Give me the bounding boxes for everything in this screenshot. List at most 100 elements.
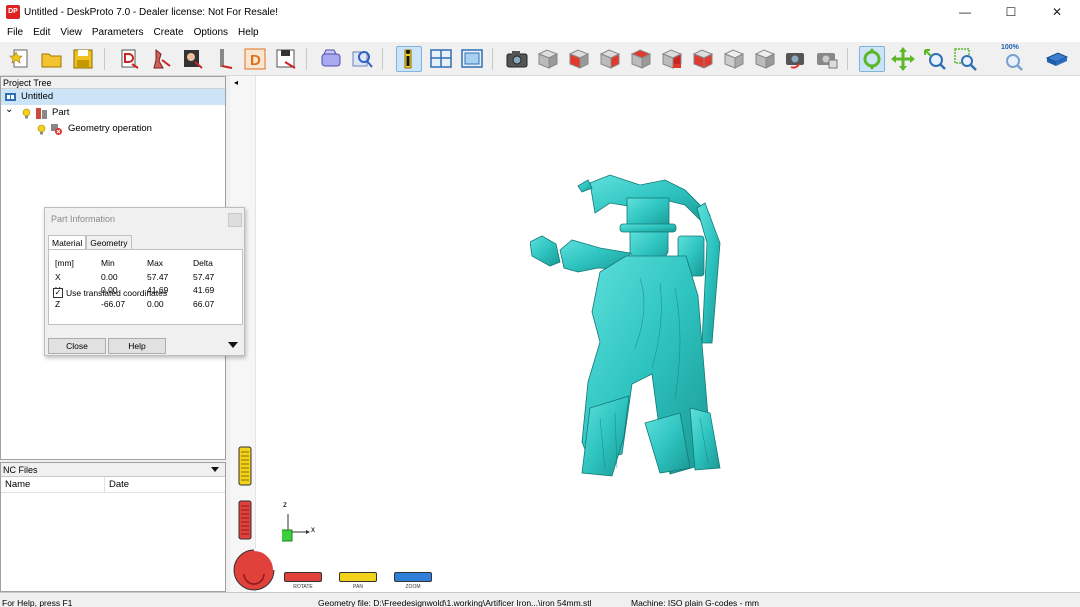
tree-item-project[interactable]: Untitled bbox=[1, 89, 225, 105]
menu-parameters[interactable]: Parameters bbox=[87, 24, 149, 42]
camera-rotate-button[interactable] bbox=[783, 46, 809, 72]
zoom-window-button[interactable] bbox=[952, 46, 978, 72]
table-cell: 57.47 bbox=[147, 271, 169, 282]
pan-arrows-icon bbox=[891, 47, 915, 71]
close-dialog-button[interactable]: Close bbox=[48, 338, 106, 354]
geometry-wizard-button[interactable] bbox=[148, 46, 174, 72]
close-button[interactable]: ✕ bbox=[1034, 0, 1080, 24]
zoom-100-button[interactable]: 100% bbox=[1001, 44, 1027, 72]
view-3-button[interactable] bbox=[597, 46, 623, 72]
camera-icon bbox=[506, 51, 528, 68]
info-button[interactable] bbox=[396, 46, 422, 72]
folder-open-icon bbox=[41, 53, 62, 68]
vector-wizard-button[interactable] bbox=[116, 46, 142, 72]
menu-options[interactable]: Options bbox=[189, 24, 233, 42]
menu-create[interactable]: Create bbox=[149, 24, 189, 42]
camera-button[interactable] bbox=[504, 46, 530, 72]
menu-help[interactable]: Help bbox=[233, 24, 264, 42]
minimize-button[interactable]: — bbox=[942, 0, 988, 24]
camera-settings-icon bbox=[817, 53, 838, 69]
title-bar: DP Untitled - DeskProto 7.0 - Dealer lic… bbox=[0, 0, 1080, 24]
pan-mode-label: PAN bbox=[353, 584, 363, 590]
zoom-mode-button[interactable] bbox=[921, 46, 947, 72]
chevron-down-icon[interactable]: ⌄ bbox=[5, 102, 13, 118]
table-cell: X bbox=[55, 271, 61, 282]
new-project-button[interactable] bbox=[8, 46, 34, 72]
expand-arrow-icon[interactable] bbox=[228, 342, 238, 348]
axis-triad-icon bbox=[282, 514, 310, 542]
camera-settings-button[interactable] bbox=[814, 46, 840, 72]
bitmap-wizard-button[interactable] bbox=[180, 46, 206, 72]
export-button[interactable] bbox=[273, 46, 299, 72]
table-cell: 0.00 bbox=[101, 271, 118, 282]
status-machine: Machine: ISO plain G-codes - mm bbox=[631, 598, 760, 607]
zoom-window-icon bbox=[954, 48, 977, 71]
lightbulb-icon[interactable] bbox=[36, 124, 47, 135]
geometry-operation-icon bbox=[51, 124, 62, 135]
table-header-cell: Delta bbox=[193, 258, 213, 268]
part-wizard-button[interactable]: D bbox=[242, 46, 268, 72]
save-icon bbox=[73, 49, 93, 69]
rotate-mode-toggle[interactable] bbox=[284, 572, 322, 582]
collapse-panel-arrow-icon[interactable]: ◂ bbox=[234, 78, 238, 87]
dialog-close-icon[interactable] bbox=[228, 213, 242, 227]
rotate-wheel-control[interactable] bbox=[232, 548, 276, 592]
tab-geometry[interactable]: Geometry bbox=[86, 235, 132, 249]
axis-triad: z x bbox=[282, 500, 322, 544]
view-6-button[interactable] bbox=[690, 46, 716, 72]
menu-bar: File Edit View Parameters Create Options… bbox=[0, 24, 1080, 42]
view-iso-button[interactable] bbox=[721, 46, 747, 72]
table-header-cell: [mm] bbox=[55, 258, 74, 268]
part-d-icon: D bbox=[244, 48, 266, 70]
rotate-mode-button[interactable] bbox=[859, 46, 885, 72]
view-2-button[interactable] bbox=[566, 46, 592, 72]
lightbulb-icon[interactable] bbox=[21, 108, 32, 119]
nc-files-panel: NC Files Name Date bbox=[0, 462, 226, 592]
inspect-button[interactable] bbox=[349, 46, 375, 72]
app-logo-icon: DP bbox=[6, 5, 20, 19]
book-button[interactable] bbox=[1044, 46, 1070, 72]
help-button[interactable]: Help bbox=[108, 338, 166, 354]
view-4-button[interactable] bbox=[628, 46, 654, 72]
simulate-button[interactable] bbox=[318, 46, 344, 72]
camera-rotate-icon bbox=[786, 53, 804, 69]
translated-coords-option[interactable]: ✓ Use translated coordinates bbox=[53, 288, 167, 298]
bitmap-wizard-icon bbox=[184, 50, 203, 69]
column-header-name[interactable]: Name bbox=[1, 477, 105, 492]
translated-coords-checkbox[interactable]: ✓ bbox=[53, 288, 63, 298]
menu-file[interactable]: File bbox=[2, 24, 28, 42]
view-1-button[interactable] bbox=[535, 46, 561, 72]
dropdown-arrow-icon[interactable] bbox=[211, 467, 219, 472]
nc-files-columns: Name Date bbox=[1, 477, 225, 493]
menu-view[interactable]: View bbox=[55, 24, 87, 42]
save-project-button[interactable] bbox=[70, 46, 96, 72]
maximize-button[interactable]: ☐ bbox=[988, 0, 1034, 24]
material-tab-panel: [mm] Min Max Delta X 0.00 57.47 57.47 Y … bbox=[48, 249, 243, 325]
cutter-wizard-button[interactable] bbox=[212, 46, 238, 72]
tree-item-geometry-operation[interactable]: Geometry operation bbox=[1, 121, 225, 137]
pan-mode-toggle[interactable] bbox=[339, 572, 377, 582]
cutter-icon bbox=[220, 49, 233, 69]
view-frames-button[interactable] bbox=[459, 46, 485, 72]
view-iso-2-button[interactable] bbox=[752, 46, 778, 72]
table-header-cell: Max bbox=[147, 258, 164, 268]
view-layout-button[interactable] bbox=[428, 46, 454, 72]
zoom-slider-control[interactable] bbox=[238, 446, 252, 486]
status-bar: For Help, press F1 Geometry file: D:\Fre… bbox=[0, 592, 1080, 607]
open-project-button[interactable] bbox=[39, 46, 65, 72]
zoom-mode-toggle[interactable] bbox=[394, 572, 432, 582]
3d-viewport[interactable]: ◂ z x ROTATE PAN ZOOM bbox=[230, 76, 1080, 592]
app-window: DP Untitled - DeskProto 7.0 - Dealer lic… bbox=[0, 0, 1080, 607]
rotate-slider-control[interactable] bbox=[238, 500, 252, 540]
cube-red-icon bbox=[537, 49, 559, 69]
window-frames-icon bbox=[461, 49, 483, 68]
tab-material[interactable]: Material bbox=[48, 235, 87, 249]
table-cell: 41.69 bbox=[193, 285, 215, 295]
column-header-date[interactable]: Date bbox=[105, 477, 225, 492]
nc-files-title: NC Files bbox=[3, 465, 38, 475]
menu-edit[interactable]: Edit bbox=[28, 24, 55, 42]
pan-mode-button[interactable] bbox=[890, 46, 916, 72]
translated-coords-label: Use translated coordinates bbox=[66, 288, 168, 298]
view-5-button[interactable] bbox=[659, 46, 685, 72]
tree-item-part[interactable]: ⌄ Part bbox=[1, 102, 225, 121]
